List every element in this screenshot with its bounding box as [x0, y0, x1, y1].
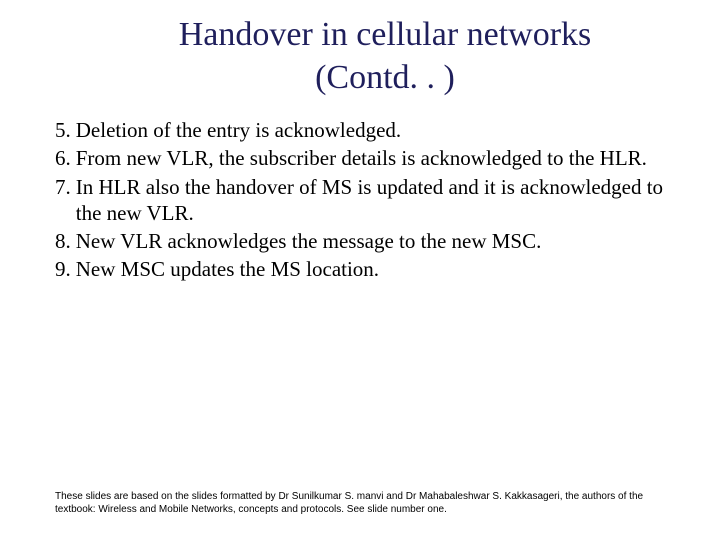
list-number: 8.	[55, 228, 76, 254]
list-text: New MSC updates the MS location.	[76, 256, 665, 282]
title-line-1: Handover in cellular networks	[179, 16, 592, 53]
list-item: 7. In HLR also the handover of MS is upd…	[55, 174, 665, 227]
list-text: New VLR acknowledges the message to the …	[76, 228, 665, 254]
slide-body: 5. Deletion of the entry is acknowledged…	[0, 99, 720, 283]
list-text: Deletion of the entry is acknowledged.	[76, 117, 665, 143]
list-item: 6. From new VLR, the subscriber details …	[55, 145, 665, 171]
list-text: From new VLR, the subscriber details is …	[76, 145, 665, 171]
list-number: 5.	[55, 117, 76, 143]
slide-title: Handover in cellular networks (Contd. . …	[0, 0, 720, 99]
list-item: 5. Deletion of the entry is acknowledged…	[55, 117, 665, 143]
list-number: 6.	[55, 145, 76, 171]
list-number: 7.	[55, 174, 76, 227]
title-line-2: (Contd. . )	[315, 59, 455, 96]
list-item: 8. New VLR acknowledges the message to t…	[55, 228, 665, 254]
list-item: 9. New MSC updates the MS location.	[55, 256, 665, 282]
footnote: These slides are based on the slides for…	[55, 491, 665, 516]
list-text: In HLR also the handover of MS is update…	[76, 174, 665, 227]
list-number: 9.	[55, 256, 76, 282]
